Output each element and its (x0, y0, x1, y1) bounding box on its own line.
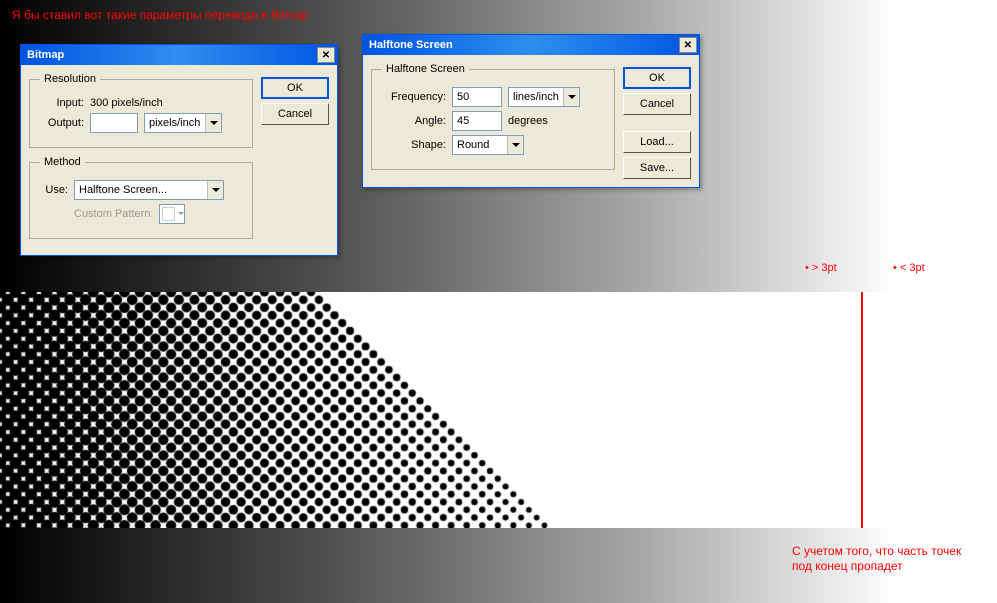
halftone-title: Halftone Screen (369, 39, 453, 51)
angle-label: Angle: (382, 115, 446, 127)
use-select[interactable]: Halftone Screen... (74, 180, 224, 200)
shape-label: Shape: (382, 139, 446, 151)
frequency-input[interactable] (452, 87, 502, 107)
bitmap-titlebar[interactable]: Bitmap ✕ (21, 45, 337, 65)
close-icon[interactable]: ✕ (317, 47, 335, 63)
custom-pattern-label: Custom Pattern: (74, 208, 153, 220)
threshold-line (861, 292, 863, 528)
load-button[interactable]: Load... (623, 131, 691, 153)
input-value: 300 pixels/inch (90, 97, 163, 109)
bottom-note-line2: под конец пропадет (792, 559, 903, 573)
frequency-unit-value: lines/inch (509, 91, 563, 103)
output-label: Output: (40, 117, 84, 129)
marker-lt3pt: • < 3pt (893, 262, 925, 274)
use-value: Halftone Screen... (75, 184, 207, 196)
chevron-down-icon (207, 181, 223, 199)
method-group: Method Use: Halftone Screen... Custom Pa… (29, 156, 253, 239)
chevron-down-icon (205, 114, 221, 132)
cancel-button[interactable]: Cancel (623, 93, 691, 115)
close-icon[interactable]: ✕ (679, 37, 697, 53)
bitmap-title: Bitmap (27, 49, 64, 61)
chevron-down-icon (507, 136, 523, 154)
shape-value: Round (453, 139, 507, 151)
cancel-button[interactable]: Cancel (261, 103, 329, 125)
frequency-unit-select[interactable]: lines/inch (508, 87, 580, 107)
bottom-note-line1: С учетом того, что часть точек (792, 544, 961, 558)
angle-input[interactable] (452, 111, 502, 131)
custom-pattern-swatch (159, 204, 185, 224)
use-label: Use: (40, 184, 68, 196)
chevron-down-icon (563, 88, 579, 106)
output-input[interactable] (90, 113, 138, 133)
halftone-titlebar[interactable]: Halftone Screen ✕ (363, 35, 699, 55)
resolution-group: Resolution Input: 300 pixels/inch Output… (29, 73, 253, 148)
halftone-preview (0, 292, 997, 528)
marker-gt3pt: • > 3pt (805, 262, 837, 274)
top-note: Я бы ставил вот такие параметры перевода… (12, 8, 308, 22)
halftone-group: Halftone Screen Frequency: lines/inch An… (371, 63, 615, 170)
resolution-legend: Resolution (40, 73, 100, 85)
input-label: Input: (40, 97, 84, 109)
bitmap-dialog: Bitmap ✕ Resolution Input: 300 pixels/in… (20, 44, 338, 256)
shape-select[interactable]: Round (452, 135, 524, 155)
save-button[interactable]: Save... (623, 157, 691, 179)
ok-button[interactable]: OK (261, 77, 329, 99)
output-unit-select[interactable]: pixels/inch (144, 113, 222, 133)
method-legend: Method (40, 156, 85, 168)
halftone-dialog: Halftone Screen ✕ Halftone Screen Freque… (362, 34, 700, 188)
angle-unit: degrees (508, 115, 548, 127)
output-unit-value: pixels/inch (145, 117, 205, 129)
halftone-legend: Halftone Screen (382, 63, 469, 75)
ok-button[interactable]: OK (623, 67, 691, 89)
frequency-label: Frequency: (382, 91, 446, 103)
